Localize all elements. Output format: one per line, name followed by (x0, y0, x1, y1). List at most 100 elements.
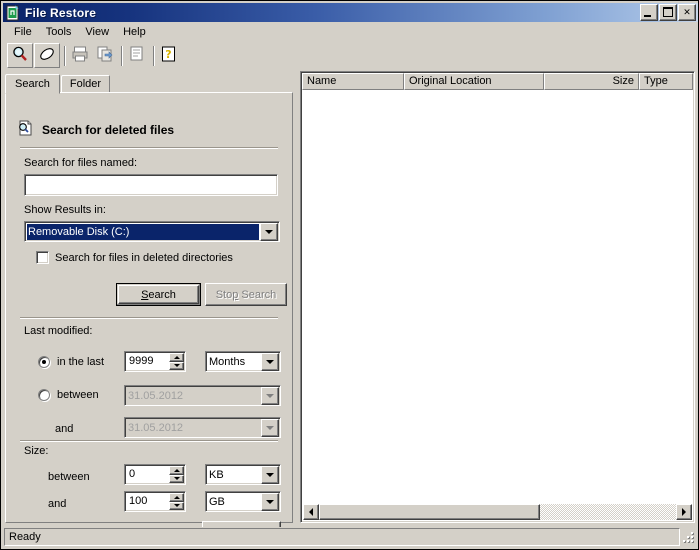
panel-heading-label: Search for deleted files (42, 122, 175, 137)
deleted-dirs-checkbox-row[interactable]: Search for files in deleted directories (36, 251, 233, 264)
date-to-value: 31.05.2012 (128, 421, 184, 434)
search-tab-control: Search Folder Search for deleted files S… (5, 73, 293, 543)
results-horizontal-scrollbar[interactable] (303, 504, 692, 520)
app-document-icon (5, 5, 21, 21)
deleted-dirs-label: Search for files in deleted directories (55, 251, 233, 264)
last-modified-unit-value: Months (209, 355, 246, 368)
size-min-unit-value: KB (209, 468, 224, 481)
status-bar: Ready (3, 527, 698, 547)
chevron-down-icon[interactable] (261, 418, 279, 437)
panel-heading: Search for deleted files (16, 119, 174, 140)
menu-tools[interactable]: Tools (39, 24, 79, 40)
toolbar-copy-to-button[interactable] (93, 44, 117, 67)
last-modified-divider (20, 317, 278, 319)
spin-up-icon[interactable] (169, 466, 184, 475)
size-between-label: between (48, 471, 90, 483)
scroll-right-button[interactable] (676, 504, 692, 520)
search-button-label: Search (141, 288, 176, 301)
last-modified-amount-spin-buttons[interactable] (169, 353, 184, 370)
menu-view[interactable]: View (78, 24, 116, 40)
tab-strip: Search Folder (5, 73, 293, 94)
last-modified-unit-combobox[interactable]: Months (205, 351, 281, 372)
toolbar-help-button[interactable]: ? (157, 44, 181, 67)
stop-search-button-label: Stop Search (215, 288, 277, 301)
print-icon (71, 45, 89, 66)
column-header-size[interactable]: Size (544, 73, 639, 90)
status-message: Ready (4, 528, 680, 546)
size-divider (20, 440, 278, 442)
scrollbar-thumb[interactable] (319, 504, 541, 520)
between-dates-label: between (57, 389, 99, 401)
search-name-input[interactable] (24, 174, 278, 196)
spin-up-icon[interactable] (169, 353, 184, 362)
size-max-spin-buttons[interactable] (169, 493, 184, 510)
window-controls: ✕ (640, 4, 696, 21)
chevron-down-icon[interactable] (260, 222, 278, 241)
and-dates-label: and (55, 423, 74, 435)
size-min-spinner[interactable]: 0 (124, 464, 186, 485)
toolbar-separator-3 (150, 45, 157, 66)
tab-search-label: Search (15, 78, 50, 90)
menu-help[interactable]: Help (116, 24, 153, 40)
results-list-view[interactable]: Name Original Location Size Type (300, 71, 695, 523)
chevron-down-icon[interactable] (261, 352, 279, 371)
size-min-unit-combobox[interactable]: KB (205, 464, 281, 485)
file-name-label: Search for files named: (24, 157, 138, 169)
results-drive-combobox[interactable]: Removable Disk (C:) (24, 221, 280, 242)
column-header-original-location[interactable]: Original Location (404, 73, 544, 90)
toolbar-clear-button[interactable] (34, 43, 60, 68)
spin-down-icon[interactable] (169, 361, 184, 370)
document-search-icon (16, 119, 34, 140)
size-min-spin-buttons[interactable] (169, 466, 184, 483)
date-from-value: 31.05.2012 (128, 389, 184, 402)
maximize-button[interactable] (659, 4, 677, 21)
tab-folder-label: Folder (69, 78, 102, 90)
menu-file[interactable]: File (7, 24, 39, 40)
size-max-unit-value: GB (209, 495, 225, 508)
heading-divider (20, 147, 278, 149)
column-header-type[interactable]: Type (639, 73, 693, 90)
scrollbar-track[interactable] (319, 504, 676, 520)
size-max-unit-combobox[interactable]: GB (205, 491, 281, 512)
results-drive-value: Removable Disk (C:) (27, 223, 259, 240)
chevron-down-icon[interactable] (261, 465, 279, 484)
date-to-picker[interactable]: 31.05.2012 (124, 417, 281, 438)
search-button[interactable]: Search (116, 283, 201, 306)
chevron-down-icon[interactable] (261, 492, 279, 511)
close-button[interactable]: ✕ (678, 4, 696, 21)
toolbar-print-button[interactable] (68, 44, 92, 67)
scroll-left-button[interactable] (303, 504, 319, 520)
tab-panel-search: Search for deleted files Search for file… (5, 92, 293, 543)
resize-grip-icon[interactable] (680, 529, 696, 545)
in-the-last-radio-row[interactable]: in the last (38, 356, 104, 368)
spin-down-icon[interactable] (169, 474, 184, 483)
toolbar-search-button[interactable] (7, 43, 33, 68)
menu-bar: File Tools View Help (3, 22, 698, 41)
chevron-down-icon[interactable] (261, 386, 279, 405)
copy-to-icon (96, 45, 114, 66)
tab-search[interactable]: Search (5, 74, 60, 94)
last-modified-amount-spinner[interactable]: 9999 (124, 351, 186, 372)
tab-folder[interactable]: Folder (60, 75, 111, 93)
help-icon: ? (160, 45, 178, 66)
between-dates-radio-row[interactable]: between (38, 389, 99, 401)
toolbar-separator-2 (118, 45, 125, 66)
spin-down-icon[interactable] (169, 501, 184, 510)
properties-icon (128, 45, 146, 66)
toolbar-properties-button[interactable] (125, 44, 149, 67)
stop-search-button[interactable]: Stop Search (205, 283, 287, 306)
spin-up-icon[interactable] (169, 493, 184, 502)
date-from-picker[interactable]: 31.05.2012 (124, 385, 281, 406)
size-and-label: and (48, 498, 67, 510)
in-the-last-radio[interactable] (38, 356, 50, 368)
results-column-header: Name Original Location Size Type (302, 73, 693, 90)
results-rows-area[interactable] (303, 90, 692, 504)
between-dates-radio[interactable] (38, 389, 50, 401)
deleted-dirs-checkbox[interactable] (36, 251, 49, 264)
column-header-name[interactable]: Name (302, 73, 404, 90)
file-restore-window: File Restore ✕ File Tools View Help ? Se… (0, 0, 699, 550)
size-max-spinner[interactable]: 100 (124, 491, 186, 512)
size-group-label: Size: (24, 445, 49, 457)
minimize-button[interactable] (640, 4, 658, 21)
show-results-label: Show Results in: (24, 204, 106, 216)
